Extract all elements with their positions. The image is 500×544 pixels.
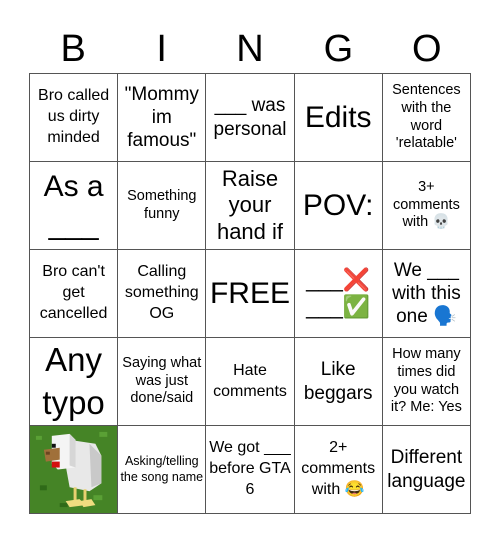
bingo-cell[interactable]: Sentences with the word 'relatable': [382, 74, 471, 162]
bingo-cell[interactable]: How many times did you watch it? Me: Yes: [382, 338, 471, 426]
cell-text: How many times did you watch it? Me: Yes: [390, 346, 462, 416]
cell-text: Calling something OG: [124, 263, 199, 322]
cell-text: Something funny: [127, 187, 197, 222]
bingo-cell[interactable]: Bro called us dirty minded: [30, 74, 119, 162]
bingo-cell[interactable]: 3+ comments with 💀: [382, 162, 471, 250]
header-letter-n: N: [236, 28, 264, 70]
bingo-cell[interactable]: Asking/telling the song name: [118, 426, 207, 514]
cell-text: Sentences with the word 'relatable': [392, 82, 461, 152]
cell-text: We ___ with this one 🗣️: [392, 259, 461, 328]
cell-text: Like beggars: [303, 359, 373, 404]
bingo-cell[interactable]: 2+ comments with 😂: [294, 426, 383, 514]
cell-text: 2+ comments with 😂: [301, 439, 376, 498]
cell-text: Different language: [387, 447, 466, 492]
minecraft-chicken-icon: [30, 426, 118, 513]
bingo-cell[interactable]: Calling something OG: [118, 250, 207, 338]
cell-text: As a ___: [43, 170, 104, 241]
cell-text: "Mommy im famous": [124, 83, 199, 152]
bingo-cell[interactable]: Raise your hand if: [206, 162, 295, 250]
cell-text: ___❌ ___✅: [306, 267, 371, 319]
bingo-cell[interactable]: ___ was personal: [206, 74, 295, 162]
cell-text: ___ was personal: [213, 95, 287, 140]
cell-text: Raise your hand if: [216, 165, 284, 244]
bingo-cell-image[interactable]: [30, 426, 119, 514]
bingo-cell[interactable]: Hate comments: [206, 338, 295, 426]
free-space-label: FREE: [209, 276, 290, 310]
cell-text: Bro called us dirty minded: [38, 87, 110, 146]
bingo-cell[interactable]: ___❌ ___✅: [294, 250, 383, 338]
cell-text: 3+ comments with 💀: [392, 178, 460, 231]
cell-text: Any typo: [42, 340, 105, 421]
bingo-cell[interactable]: POV:: [294, 162, 383, 250]
free-space[interactable]: FREE: [206, 250, 295, 338]
bingo-cell[interactable]: We got ___ before GTA 6: [206, 426, 295, 514]
bingo-cell[interactable]: Like beggars: [294, 338, 383, 426]
cell-text: Hate comments: [213, 361, 287, 400]
bingo-cell[interactable]: Bro can't get cancelled: [30, 250, 119, 338]
header-letter-o: O: [412, 28, 442, 70]
cell-text: Edits: [304, 100, 372, 134]
cell-text: POV:: [302, 188, 374, 222]
cell-text: Bro can't get cancelled: [39, 263, 108, 322]
header-letter-b: B: [60, 28, 86, 70]
bingo-cell[interactable]: As a ___: [30, 162, 119, 250]
bingo-header: B I N G O: [29, 26, 471, 72]
cell-text: Saying what was just done/said: [122, 354, 202, 407]
header-letter-i: I: [156, 28, 167, 70]
bingo-cell[interactable]: Edits: [294, 74, 383, 162]
header-letter-g: G: [323, 28, 354, 70]
bingo-cell[interactable]: Something funny: [118, 162, 207, 250]
cell-text: Asking/telling the song name: [120, 453, 204, 484]
cell-text: We got ___ before GTA 6: [209, 439, 291, 498]
bingo-cell[interactable]: Any typo: [30, 338, 119, 426]
bingo-cell[interactable]: "Mommy im famous": [118, 74, 207, 162]
bingo-cell[interactable]: We ___ with this one 🗣️: [382, 250, 471, 338]
bingo-board: Bro called us dirty minded "Mommy im fam…: [29, 73, 471, 514]
bingo-cell[interactable]: Different language: [382, 426, 471, 514]
bingo-cell[interactable]: Saying what was just done/said: [118, 338, 207, 426]
